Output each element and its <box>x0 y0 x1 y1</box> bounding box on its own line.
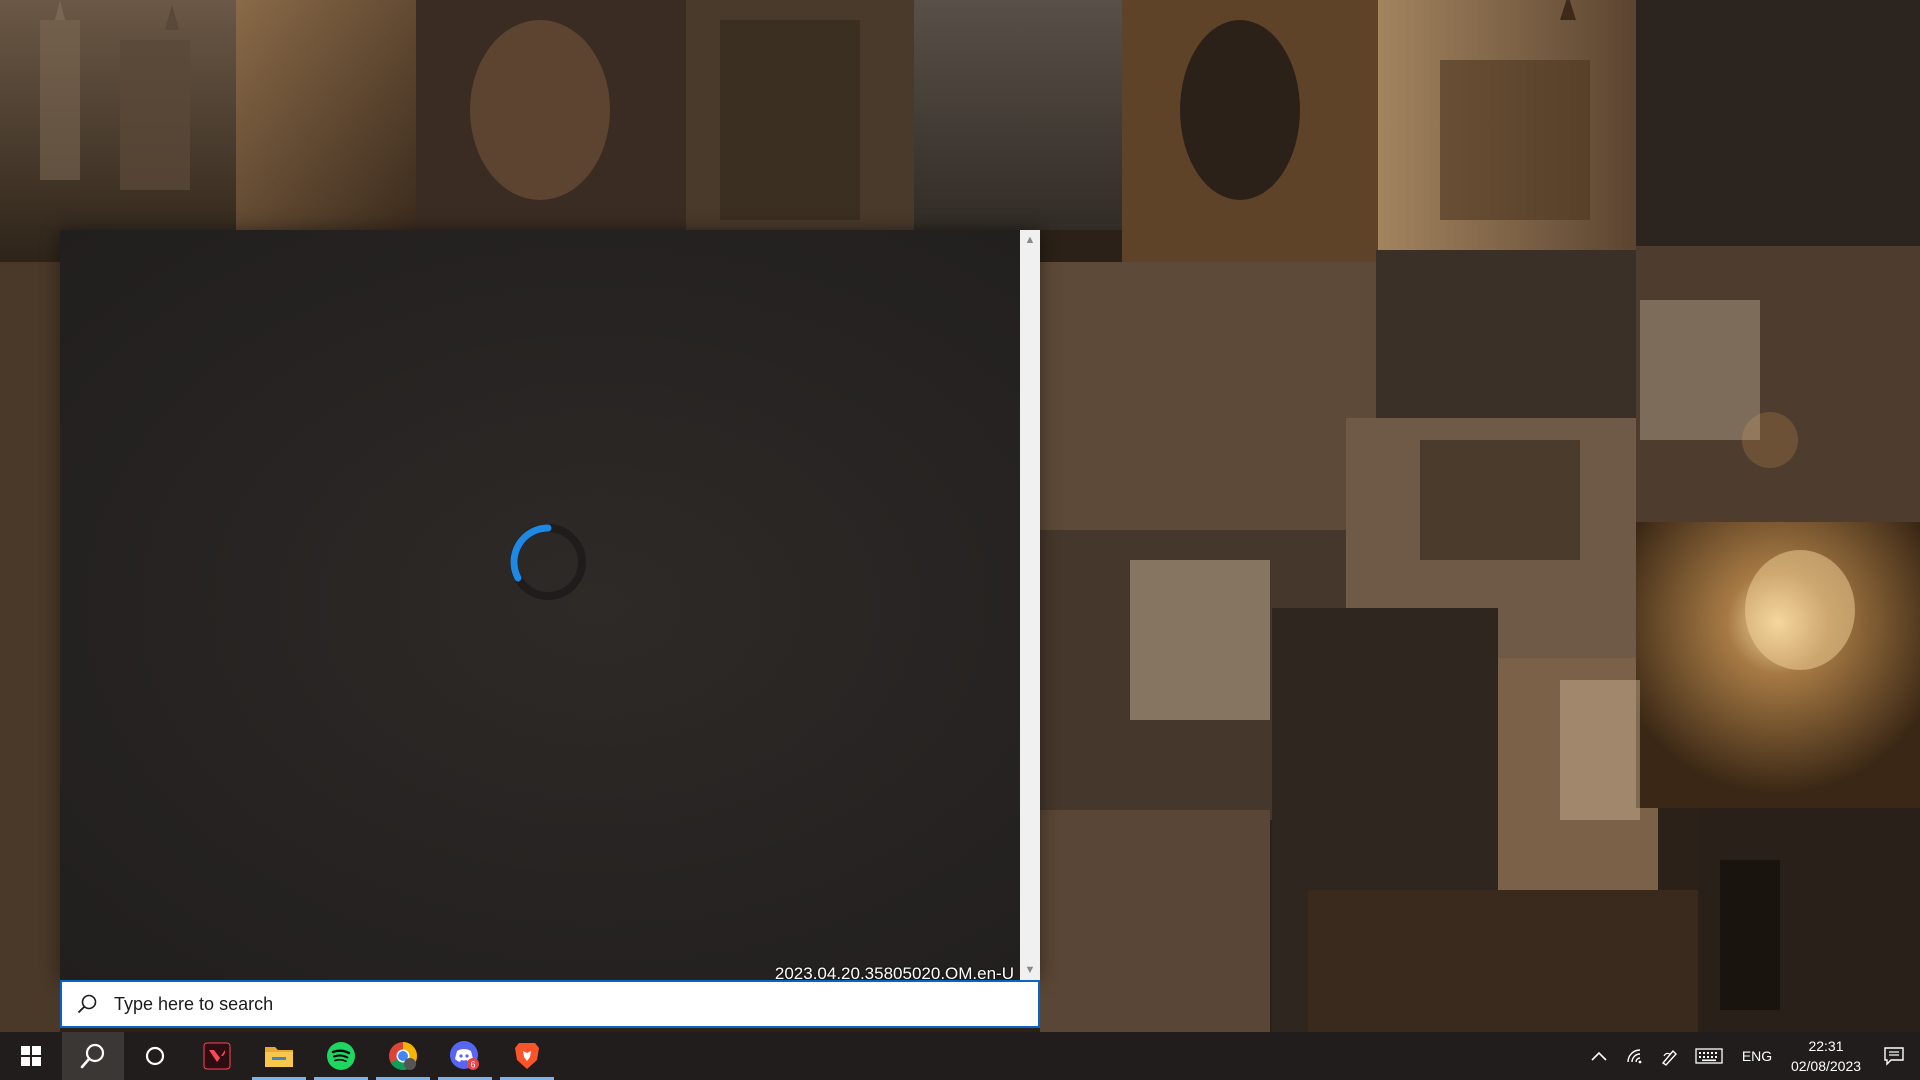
action-center-button[interactable] <box>1868 1032 1920 1080</box>
search-icon <box>80 1043 105 1069</box>
valorant-icon <box>203 1042 231 1070</box>
clock-time: 22:31 <box>1808 1038 1844 1054</box>
clock-date: 02/08/2023 <box>1790 1058 1862 1074</box>
taskbar-app-chrome[interactable] <box>372 1032 434 1080</box>
chevron-up-icon <box>1591 1051 1607 1061</box>
scroll-down-arrow-icon[interactable]: ▼ <box>1020 960 1040 980</box>
taskbar-app-spotify[interactable] <box>310 1032 372 1080</box>
windows-logo-icon <box>21 1046 41 1066</box>
touch-keyboard-button[interactable] <box>1688 1032 1730 1080</box>
search-icon <box>62 993 112 1015</box>
search-input[interactable] <box>112 992 1038 1016</box>
cortana-button[interactable] <box>124 1032 186 1080</box>
network-button[interactable] <box>1618 1032 1652 1080</box>
pen-workspace-button[interactable] <box>1652 1032 1688 1080</box>
taskbar-app-file-explorer[interactable] <box>248 1032 310 1080</box>
pen-icon <box>1661 1049 1677 1066</box>
brave-icon <box>515 1043 539 1069</box>
spotify-icon <box>327 1042 355 1070</box>
clock[interactable]: 22:31 02/08/2023 <box>1784 1032 1868 1080</box>
discord-icon: 6 <box>450 1041 479 1070</box>
folder-icon <box>265 1047 293 1067</box>
loading-spinner-icon <box>510 524 586 600</box>
search-button[interactable] <box>62 1032 124 1080</box>
start-button[interactable] <box>0 1032 62 1080</box>
cortana-circle-icon <box>145 1046 165 1066</box>
notification-icon <box>1884 1047 1904 1066</box>
flyout-scrollbar[interactable]: ▲ ▼ <box>1020 230 1040 980</box>
wifi-icon <box>1627 1049 1642 1064</box>
chrome-icon <box>389 1042 417 1070</box>
keyboard-icon <box>1695 1048 1723 1064</box>
taskbar-search-box[interactable] <box>60 980 1040 1028</box>
discord-badge-count: 6 <box>470 1060 475 1070</box>
scroll-up-arrow-icon[interactable]: ▲ <box>1020 230 1040 250</box>
taskbar-app-valorant[interactable] <box>186 1032 248 1080</box>
system-tray: ENG 22:31 02/08/2023 <box>1580 1032 1920 1080</box>
taskbar: 6 ENG 22:31 02/08/2023 <box>0 1032 1920 1080</box>
taskbar-app-discord[interactable]: 6 <box>434 1032 496 1080</box>
search-results-flyout: 2023.04.20.35805020.OM.en-U ▲ ▼ <box>60 230 1040 983</box>
input-language-indicator[interactable]: ENG <box>1730 1032 1784 1080</box>
show-hidden-icons-button[interactable] <box>1580 1032 1618 1080</box>
taskbar-app-brave[interactable] <box>496 1032 558 1080</box>
scrollbar-track[interactable] <box>1024 252 1036 932</box>
